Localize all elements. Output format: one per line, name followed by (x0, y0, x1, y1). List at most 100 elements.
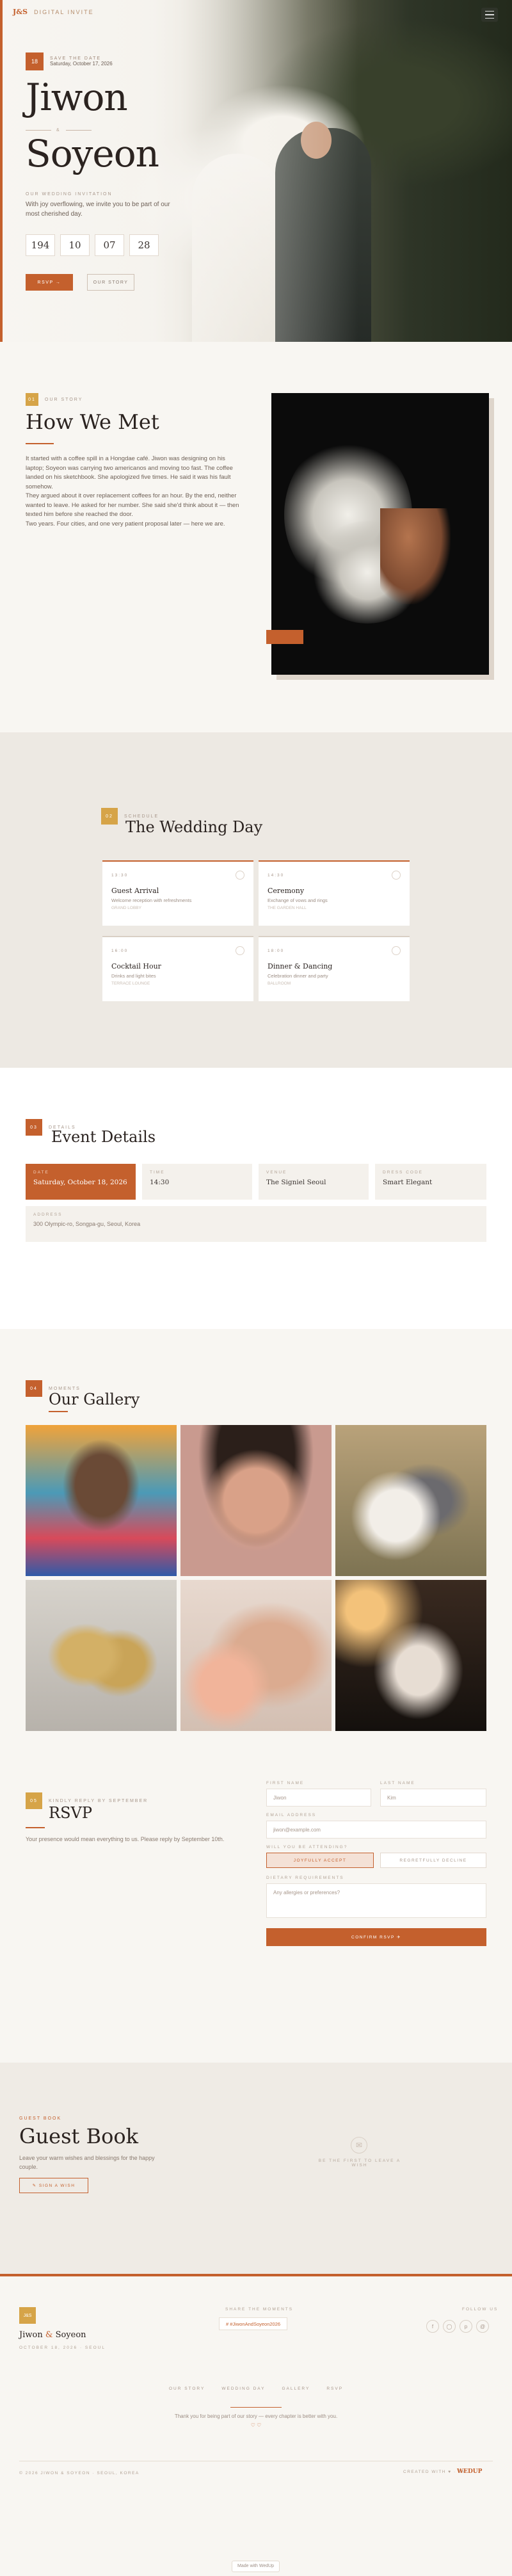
date-box: 18 (26, 52, 44, 70)
story-photo-tag (266, 630, 303, 644)
gallery-photo-bouquet[interactable] (335, 1580, 486, 1731)
schedule-card: 14:30 Ceremony Exchange of vows and ring… (259, 860, 410, 926)
confirm-rsvp-button[interactable]: CONFIRM RSVP ✈ (266, 1928, 486, 1946)
rsvp-description: Your presence would mean everything to u… (26, 1836, 225, 1842)
hashtag-chip[interactable]: # #JiwonAndSoyeon2026 (219, 2317, 288, 2330)
site-brand: DIGITAL INVITE (34, 8, 94, 15)
gallery-section: 04 MOMENTS Our Gallery (0, 1329, 512, 1743)
hashtag-label: SHARE THE MOMENTS (225, 2307, 294, 2312)
footer-subtitle: OCTOBER 18, 2026 · SEOUL (19, 2346, 106, 2350)
first-name-field[interactable]: Jiwon (266, 1789, 371, 1807)
countdown-days: 194 (26, 234, 55, 256)
last-name-field[interactable]: Kim (380, 1789, 486, 1807)
story-photo (271, 393, 489, 675)
clock-icon (236, 871, 244, 880)
rsvp-title: RSVP (49, 1804, 92, 1822)
date-value: Saturday, October 17, 2026 (50, 61, 113, 67)
footer-names: Jiwon & Soyeon (19, 2330, 86, 2340)
footer-nav-story[interactable]: OUR STORY (169, 2387, 205, 2391)
guest-empty-state: BE THE FIRST TO LEAVE A WISH (318, 2159, 401, 2168)
hero-section: J&S DIGITAL INVITE 18 SAVE THE DATE Satu… (0, 0, 512, 342)
date-chip: 18 SAVE THE DATE Saturday, October 17, 2… (26, 52, 113, 70)
rsvp-number: 05 (26, 1792, 42, 1809)
accept-option[interactable]: JOYFULLY ACCEPT (266, 1853, 374, 1868)
countdown-hours: 10 (60, 234, 90, 256)
footer-logo-box: J&S (19, 2307, 36, 2324)
event-section: 03 DETAILS Event Details DATE Saturday, … (0, 1068, 512, 1329)
pinterest-icon[interactable]: p (460, 2320, 472, 2333)
site-logo[interactable]: J&S (13, 8, 28, 16)
gallery-number: 04 (26, 1380, 42, 1397)
hero-tag: OUR WEDDING INVITATION (26, 192, 113, 197)
made-with-badge[interactable]: Made with WedUp (232, 2561, 280, 2572)
menu-icon[interactable] (481, 8, 498, 22)
footer-nav-rsvp[interactable]: RSVP (326, 2387, 343, 2391)
heart-icon: ♡ ♡ (250, 2422, 262, 2428)
created-with: CREATED WITH ♥ · BY (403, 2470, 466, 2474)
day-number: 02 (101, 808, 118, 825)
music-icon (392, 946, 401, 955)
hero-description: With joy overflowing, we invite you to b… (26, 201, 170, 218)
decline-option[interactable]: REGRETFULLY DECLINE (380, 1853, 486, 1868)
story-section: 01 OUR STORY How We Met It started with … (0, 342, 512, 732)
event-title: Event Details (51, 1128, 156, 1146)
gallery-photo-rings[interactable] (26, 1580, 177, 1731)
countdown-minutes: 07 (95, 234, 124, 256)
date-label: SAVE THE DATE (50, 56, 102, 61)
guest-kicker: GUEST BOOK (19, 2116, 62, 2121)
story-text: It started with a coffee spill in a Hong… (26, 455, 243, 529)
story-paragraph-1: It started with a coffee spill in a Hong… (26, 455, 233, 490)
gallery-photo-portrait-woman[interactable] (180, 1425, 332, 1576)
hero-accent-bar (0, 0, 3, 342)
day-title: The Wedding Day (125, 818, 263, 836)
dietary-textarea[interactable]: Any allergies or preferences? (266, 1883, 486, 1918)
dancer-figure (380, 508, 451, 604)
email-label: EMAIL ADDRESS (266, 1813, 317, 1817)
story-rule (26, 443, 54, 444)
wedup-logo[interactable]: WEDUP (457, 2468, 482, 2475)
schedule-card: 13:30 Guest Arrival Welcome reception wi… (102, 860, 253, 926)
story-paragraph-3: Two years. Four cities, and one very pat… (26, 520, 225, 527)
event-number: 03 (26, 1119, 42, 1136)
wedding-day-section: 02 SCHEDULE The Wedding Day 13:30 Guest … (0, 732, 512, 1068)
last-name-label: LAST NAME (380, 1781, 415, 1785)
story-paragraph-2: They argued about it over replacement co… (26, 492, 239, 518)
guest-description: Leave your warm wishes and blessings for… (19, 2155, 155, 2170)
event-address[interactable]: ADDRESS 300 Olympic-ro, Songpa-gu, Seoul… (26, 1206, 486, 1242)
story-number: 01 (26, 393, 38, 406)
footer-nav-gallery[interactable]: GALLERY (282, 2387, 310, 2391)
story-title: How We Met (26, 410, 159, 434)
gallery-title: Our Gallery (49, 1390, 140, 1408)
footer-copyright: © 2026 JIWON & SOYEON · SEOUL, KOREA (19, 2471, 140, 2475)
sign-wish-button[interactable]: ✎ SIGN A WISH (19, 2178, 88, 2193)
facebook-icon[interactable]: f (426, 2320, 439, 2333)
footer-nav-day[interactable]: WEDDING DAY (221, 2387, 265, 2391)
schedule-card: 16:00 Cocktail Hour Drinks and light bit… (102, 936, 253, 1001)
countdown: 194 10 07 28 (26, 234, 159, 256)
footer-nav: OUR STORY WEDDING DAY GALLERY RSVP (0, 2387, 512, 2391)
chat-bubble-icon: ✉ (351, 2137, 367, 2153)
topbar: J&S DIGITAL INVITE (13, 8, 94, 16)
schedule-card: 18:00 Dinner & Dancing Celebration dinne… (259, 936, 410, 1001)
footer-thanks: Thank you for being part of our story — … (174, 2413, 338, 2419)
guest-title: Guest Book (19, 2124, 138, 2148)
event-time: TIME 14:30 (142, 1164, 252, 1200)
gallery-photo-hands[interactable] (180, 1580, 332, 1731)
gallery-photo-couple[interactable] (335, 1425, 486, 1576)
rsvp-section: 05 KINDLY REPLY BY SEPTEMBER RSVP Your p… (0, 1743, 512, 2063)
follow-label: FOLLOW US (462, 2307, 499, 2312)
guestbook-section: GUEST BOOK Guest Book Leave your warm wi… (0, 2063, 512, 2274)
story-kicker: 01 OUR STORY (26, 393, 83, 406)
glass-icon (236, 946, 244, 955)
event-dress-code: DRESS CODE Smart Elegant (375, 1164, 486, 1200)
rsvp-button[interactable]: RSVP → (26, 274, 73, 291)
rings-icon (392, 871, 401, 880)
hero-first-name: Jiwon (26, 76, 128, 119)
instagram-icon[interactable]: ◯ (443, 2320, 456, 2333)
mail-icon[interactable]: @ (476, 2320, 489, 2333)
event-venue: VENUE The Signiel Seoul (259, 1164, 369, 1200)
gallery-photo-portrait-man[interactable] (26, 1425, 177, 1576)
email-field[interactable]: jiwon@example.com (266, 1821, 486, 1839)
dietary-label: DIETARY REQUIREMENTS (266, 1876, 344, 1880)
our-story-button[interactable]: OUR STORY (87, 274, 134, 291)
